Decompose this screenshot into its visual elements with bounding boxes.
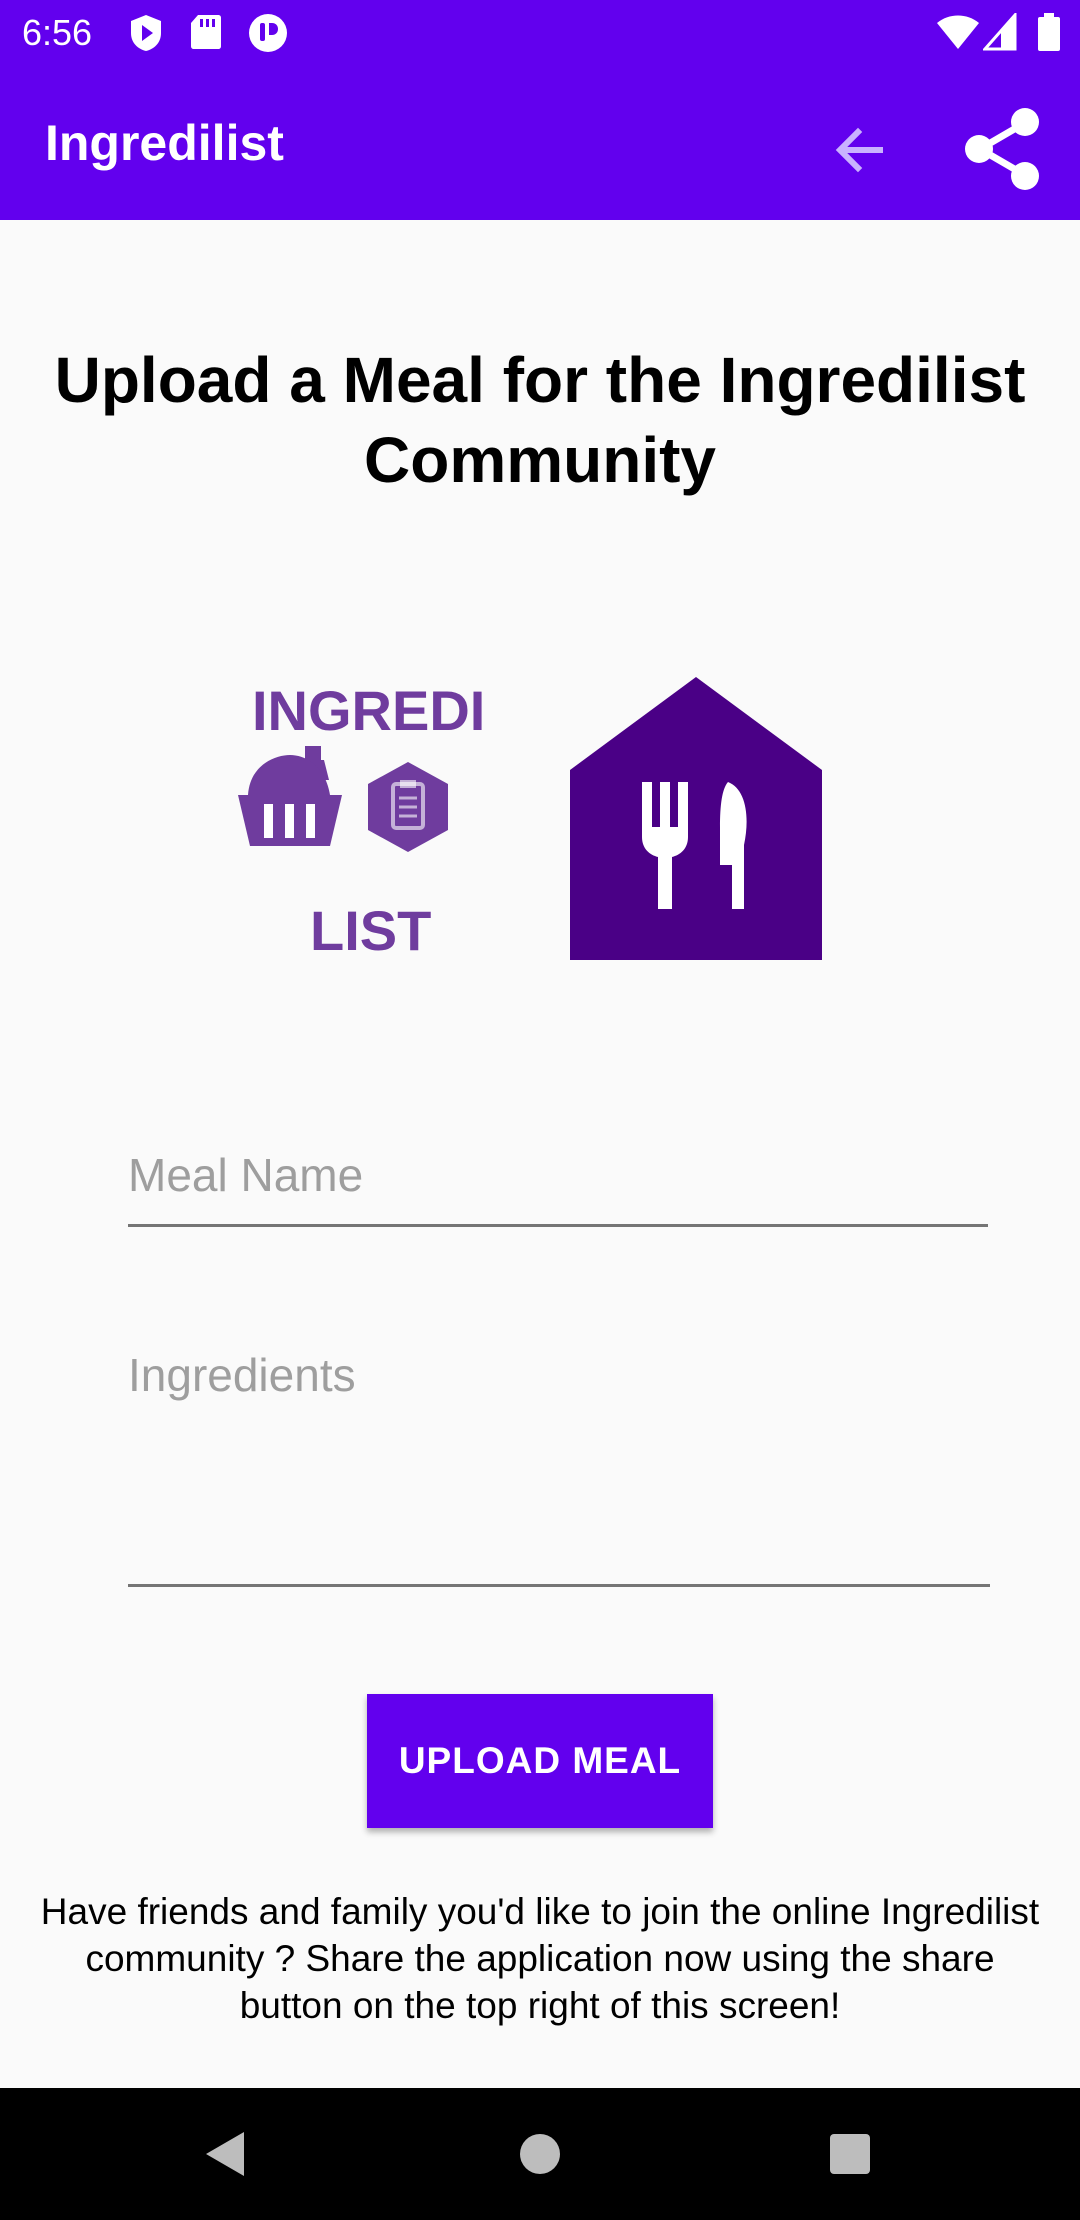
share-button[interactable] [955, 102, 1050, 197]
status-bar: 6:56 [0, 0, 1080, 66]
logo-top-text: INGREDI [252, 680, 485, 742]
signal-icon [983, 13, 1017, 51]
back-button[interactable] [820, 110, 900, 190]
meal-house-logo [570, 677, 822, 960]
ingredients-placeholder: Ingredients [128, 1349, 356, 1401]
nav-back-icon[interactable] [196, 2124, 256, 2184]
share-icon [965, 108, 1039, 190]
sd-card-icon [191, 15, 221, 49]
ingredilist-logo: INGREDI LIST [230, 679, 510, 962]
navigation-bar [0, 2088, 1080, 2220]
share-hint-text: Have friends and family you'd like to jo… [40, 1891, 1040, 2026]
upload-meal-button[interactable]: UPLOAD MEAL [367, 1694, 713, 1828]
status-time: 6:56 [22, 12, 93, 53]
battery-icon [1038, 13, 1060, 51]
back-arrow-icon [835, 127, 883, 173]
ingredients-input[interactable]: Ingredients [128, 1340, 990, 1587]
wifi-icon [937, 15, 979, 49]
notification-icon [249, 14, 287, 52]
clipboard-hex-icon [368, 762, 448, 852]
app-bar: Ingredilist [0, 66, 1080, 220]
nav-home-icon[interactable] [510, 2124, 570, 2184]
app-title: Ingredilist [45, 115, 284, 171]
meal-name-placeholder: Meal Name [128, 1149, 364, 1201]
basket-icon [238, 746, 342, 846]
nav-recents-icon[interactable] [820, 2124, 880, 2184]
meal-name-input[interactable]: Meal Name [128, 1140, 988, 1227]
logo-bottom-text: LIST [310, 899, 431, 960]
play-protect-icon [131, 15, 161, 51]
page-title: Upload a Meal for the Ingredilist Commun… [54, 344, 1026, 496]
